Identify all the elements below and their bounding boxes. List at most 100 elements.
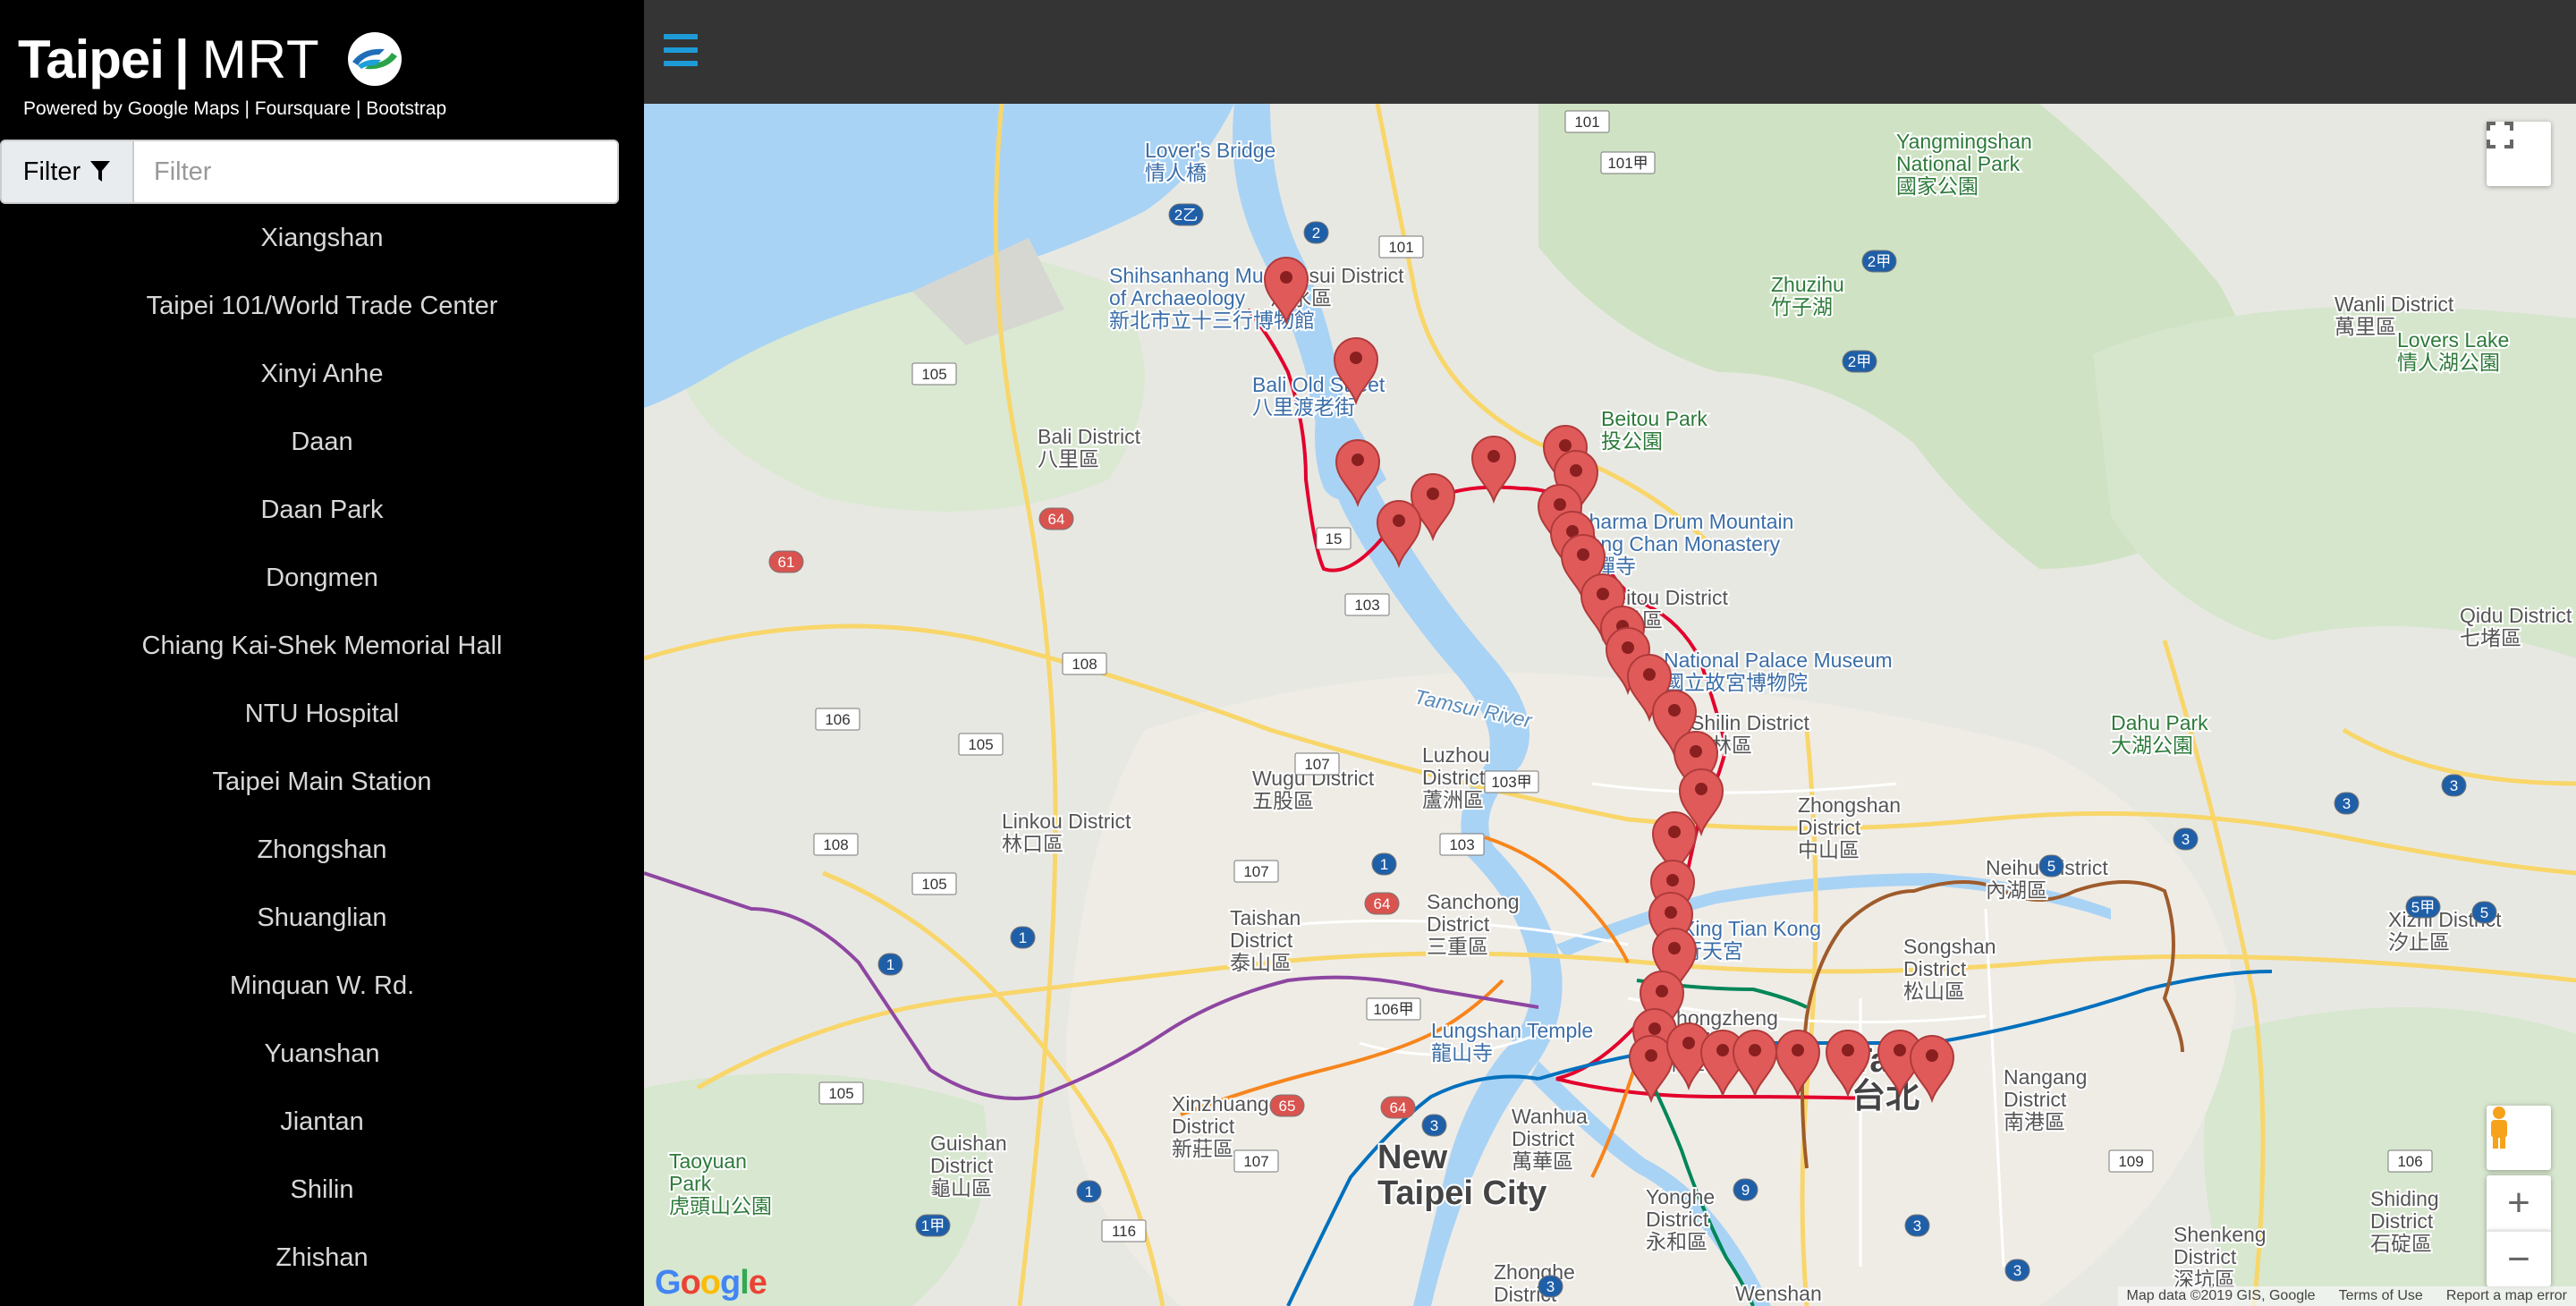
map-label: District: [1172, 1115, 1235, 1138]
map-label: 萬里區: [2334, 315, 2396, 338]
fullscreen-button[interactable]: [2487, 122, 2551, 186]
station-list-item[interactable]: Shilin: [0, 1156, 644, 1224]
map-label: National Palace Museum: [1664, 649, 1893, 672]
road-shield: 1甲: [915, 1214, 951, 1237]
station-list-item[interactable]: Zhongshan: [0, 816, 644, 884]
station-list-item[interactable]: Yuanshan: [0, 1020, 644, 1088]
map-label: Zhuzihu: [1771, 273, 1844, 296]
google-logo-letter: l: [740, 1264, 750, 1302]
svg-text:106甲: 106甲: [1373, 1001, 1413, 1018]
station-list: Xiangshan Taipei 101/World Trade Center Xi…: [0, 204, 644, 1292]
road-shield: 2甲: [1861, 250, 1897, 273]
road-shield: 2甲: [1842, 350, 1877, 373]
fullscreen-icon: [2487, 122, 2513, 148]
road-shield: 101: [1564, 110, 1610, 133]
station-list-item[interactable]: Zhishan: [0, 1224, 644, 1292]
station-list-item[interactable]: Shuanglian: [0, 884, 644, 952]
map-label: District: [1646, 1208, 1709, 1231]
minus-icon: −: [2507, 1236, 2530, 1281]
map-label: 國家公園: [1896, 174, 1979, 198]
svg-text:5: 5: [2047, 858, 2055, 875]
station-list-item[interactable]: Taipei Main Station: [0, 748, 644, 816]
map-label: Shiding: [2370, 1187, 2439, 1210]
svg-text:2甲: 2甲: [1848, 353, 1871, 370]
station-list-item[interactable]: Chiang Kai-Shek Memorial Hall: [0, 612, 644, 680]
map-label: 國立故宮博物院: [1664, 671, 1808, 694]
map-label: 汐止區: [2388, 930, 2450, 954]
svg-text:107: 107: [1243, 863, 1268, 880]
station-list-item[interactable]: NTU Hospital: [0, 680, 644, 748]
road-shield: 108: [813, 833, 859, 856]
filter-input[interactable]: [134, 141, 617, 202]
map-label: 五股區: [1252, 789, 1314, 812]
map-label: District: [2370, 1209, 2434, 1233]
road-shield: 3: [1421, 1114, 1447, 1137]
svg-text:3: 3: [2182, 831, 2190, 848]
road-shield: 1: [1010, 926, 1036, 949]
svg-text:3: 3: [1913, 1217, 1921, 1234]
map-label: District: [1512, 1127, 1575, 1150]
street-view-button[interactable]: [2487, 1106, 2551, 1170]
map-label: Dharma Drum Mountain: [1574, 510, 1793, 533]
station-list-item[interactable]: Daan: [0, 408, 644, 476]
road-shield: 9: [1733, 1178, 1758, 1201]
map-label: 八里渡老街: [1252, 395, 1355, 419]
svg-text:108: 108: [823, 836, 848, 853]
map-label: 南港區: [2004, 1110, 2065, 1133]
road-shield: 105: [911, 872, 957, 895]
top-bar: [644, 0, 2576, 104]
map[interactable]: Lover's Bridge 情人橋 Yangmingshan National Pa…: [644, 104, 2576, 1306]
zoom-in-button[interactable]: +: [2487, 1175, 2551, 1231]
svg-text:107: 107: [1243, 1153, 1268, 1170]
road-shield: 107: [1233, 860, 1279, 883]
station-list-item[interactable]: Daan Park: [0, 476, 644, 544]
map-canvas[interactable]: Lover's Bridge情人橋 Yangmingshan National Pa…: [644, 104, 2576, 1306]
road-shield: 64: [1364, 892, 1400, 915]
map-label: Park: [669, 1172, 712, 1195]
road-shield: 3: [2441, 774, 2467, 797]
station-list-item[interactable]: Taipei 101/World Trade Center: [0, 272, 644, 340]
map-label: Wanli District: [2334, 293, 2454, 316]
map-label: Xing Tian Kong: [1682, 917, 1821, 940]
svg-text:15: 15: [1326, 530, 1343, 547]
map-label: District: [1422, 766, 1486, 789]
svg-text:108: 108: [1072, 656, 1097, 673]
filter-button[interactable]: Filter: [2, 141, 134, 202]
station-list-item[interactable]: Jiantan: [0, 1088, 644, 1156]
station-list-item[interactable]: Xiangshan: [0, 204, 644, 272]
zoom-out-button[interactable]: −: [2487, 1231, 2551, 1286]
road-shield: 3: [2173, 827, 2199, 851]
map-label: Beitou Park: [1601, 407, 1707, 430]
map-label: 情人橋: [1145, 161, 1207, 184]
report-error-link[interactable]: Report a map error: [2446, 1288, 2567, 1304]
map-label: 龍山寺: [1431, 1041, 1493, 1064]
road-shield: 15: [1316, 527, 1352, 550]
road-shield: 1: [877, 953, 903, 976]
station-list-item[interactable]: Minquan W. Rd.: [0, 952, 644, 1020]
station-list-item[interactable]: Dongmen: [0, 544, 644, 612]
map-label: 中山區: [1798, 838, 1860, 861]
road-shield: 64: [1038, 507, 1074, 530]
svg-text:103甲: 103甲: [1491, 774, 1531, 791]
map-label: Songshan: [1903, 935, 1996, 958]
map-data-attribution: Map data ©2019 GIS, Google: [2126, 1288, 2316, 1303]
map-label: Lover's Bridge: [1145, 139, 1275, 162]
map-label: Yangmingshan: [1896, 130, 2032, 153]
map-label: 松山區: [1903, 980, 1965, 1003]
map-label: Bali District: [1038, 425, 1141, 448]
svg-text:3: 3: [1546, 1278, 1555, 1295]
powered-by-text: Powered by Google Maps | Foursquare | Bo…: [23, 98, 447, 119]
filter-button-label: Filter: [22, 157, 81, 186]
map-label: Yonghe: [1646, 1185, 1715, 1208]
hamburger-menu-button[interactable]: [664, 34, 699, 72]
sidebar: Taipei | MRT Powered by Google Maps | Fo…: [0, 0, 644, 1306]
station-list-item[interactable]: Xinyi Anhe: [0, 340, 644, 408]
map-label: District: [1903, 957, 1967, 980]
map-label: 石碇區: [2370, 1232, 2432, 1255]
terms-link[interactable]: Terms of Use: [2339, 1288, 2423, 1304]
road-shield: 105: [911, 362, 957, 386]
map-label: Guishan: [930, 1132, 1007, 1155]
road-shield: 1: [1076, 1180, 1102, 1203]
road-shield: 103: [1439, 833, 1485, 856]
map-label: 七堵區: [2460, 626, 2521, 649]
